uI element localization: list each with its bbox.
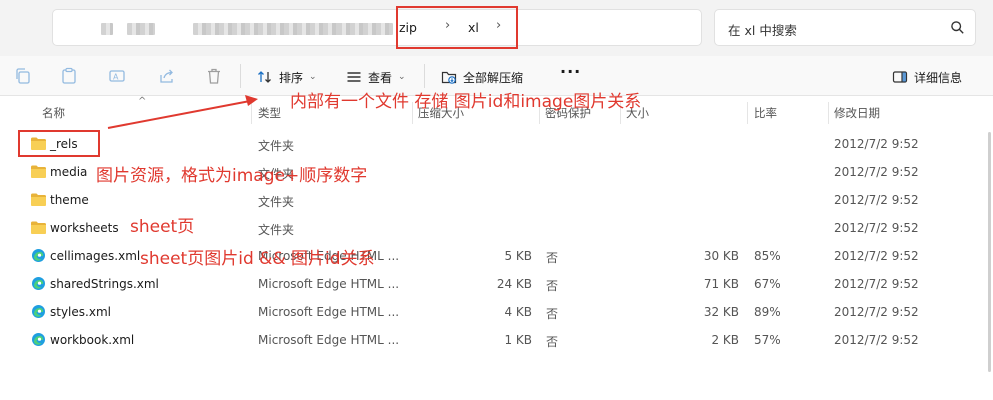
modified-date: 2012/7/2 9:52 <box>834 221 919 235</box>
file-name[interactable]: cellimages.xml <box>50 249 140 263</box>
packed-size: 1 KB <box>504 333 532 347</box>
folder-icon <box>31 221 46 234</box>
blurred-path-segment <box>337 23 393 35</box>
more-options-icon[interactable]: ··· <box>560 62 581 81</box>
compression-ratio: 57% <box>754 333 781 347</box>
toolbar-divider <box>240 64 241 88</box>
file-size: 71 KB <box>703 277 739 291</box>
annotation-rels-note: 内部有一个文件 存储 图片id和image图片关系 <box>290 92 642 112</box>
folder-icon <box>31 165 46 178</box>
blurred-path-segment <box>101 23 113 35</box>
address-bar[interactable]: .zip › xl › <box>52 9 702 46</box>
breadcrumb-highlight-box <box>396 6 518 49</box>
packed-size: 4 KB <box>504 305 532 319</box>
file-row[interactable]: styles.xml Microsoft Edge HTML ... 4 KB 否 32… <box>0 298 993 326</box>
edge-file-icon <box>32 277 45 290</box>
password-protected: 否 <box>546 279 559 293</box>
file-name[interactable]: theme <box>50 193 89 207</box>
file-type: 文件夹 <box>258 139 295 153</box>
modified-date: 2012/7/2 9:52 <box>834 137 919 151</box>
packed-size: 24 KB <box>496 277 532 291</box>
chevron-down-icon: ⌄ <box>398 72 406 82</box>
paste-icon[interactable] <box>60 67 78 85</box>
edge-file-icon <box>32 305 45 318</box>
address-bar-row: .zip › xl › 在 xl 中搜索 <box>0 0 993 56</box>
svg-text:A: A <box>113 73 119 82</box>
details-pane-icon <box>892 71 908 83</box>
toolbar-divider <box>424 64 425 88</box>
extract-all-button[interactable]: 全部解压缩 <box>441 67 523 87</box>
modified-date: 2012/7/2 9:52 <box>834 165 919 179</box>
modified-date: 2012/7/2 9:52 <box>834 249 919 263</box>
rename-icon[interactable]: A <box>108 67 126 85</box>
chevron-down-icon: ⌄ <box>309 72 317 82</box>
edge-file-icon <box>32 249 45 262</box>
file-type: Microsoft Edge HTML ... <box>258 305 400 319</box>
password-protected: 否 <box>546 251 559 265</box>
compression-ratio: 89% <box>754 305 781 319</box>
file-type: 文件夹 <box>258 195 295 209</box>
folder-icon <box>31 193 46 206</box>
packed-size: 5 KB <box>504 249 532 263</box>
column-header-modified[interactable]: 修改日期 <box>834 105 880 121</box>
column-divider[interactable] <box>251 102 252 124</box>
file-name[interactable]: media <box>50 165 87 179</box>
extract-icon <box>441 71 457 84</box>
column-divider[interactable] <box>747 102 748 124</box>
search-box[interactable]: 在 xl 中搜索 <box>714 9 976 46</box>
sort-button[interactable]: 排序 ⌄ <box>257 67 317 87</box>
blurred-path-segment <box>193 23 343 35</box>
copy-icon[interactable] <box>14 67 32 85</box>
rels-highlight-box <box>18 130 100 157</box>
view-label: 查看 <box>368 70 393 85</box>
file-row[interactable]: _rels 文件夹 2012/7/2 9:52 <box>0 130 993 158</box>
blurred-path-segment <box>127 23 155 35</box>
file-size: 32 KB <box>703 305 739 319</box>
view-icon <box>347 72 361 82</box>
search-input[interactable]: 在 xl 中搜索 <box>728 20 797 39</box>
sort-icon <box>258 71 271 83</box>
column-header-name[interactable]: 名称 <box>42 105 65 121</box>
compression-ratio: 67% <box>754 277 781 291</box>
details-pane-button[interactable]: 详细信息 <box>892 67 962 87</box>
file-name[interactable]: styles.xml <box>50 305 111 319</box>
file-type: Microsoft Edge HTML ... <box>258 277 400 291</box>
compression-ratio: 85% <box>754 249 781 263</box>
annotation-media-note: 图片资源，格式为image+顺序数字 <box>96 166 368 186</box>
edge-file-icon <box>32 333 45 346</box>
column-header-type[interactable]: 类型 <box>258 105 281 121</box>
column-header-ratio[interactable]: 比率 <box>754 105 777 121</box>
search-icon[interactable] <box>950 20 965 35</box>
password-protected: 否 <box>546 335 559 349</box>
file-type: Microsoft Edge HTML ... <box>258 333 400 347</box>
file-size: 30 KB <box>703 249 739 263</box>
password-protected: 否 <box>546 307 559 321</box>
view-button[interactable]: 查看 ⌄ <box>346 67 406 87</box>
details-pane-label: 详细信息 <box>914 70 963 85</box>
annotation-worksheets-note: sheet页 <box>130 217 195 237</box>
extract-all-label: 全部解压缩 <box>463 70 524 85</box>
file-row[interactable]: sharedStrings.xml Microsoft Edge HTML ...… <box>0 270 993 298</box>
file-name[interactable]: worksheets <box>50 221 119 235</box>
sort-label: 排序 <box>279 70 304 85</box>
sort-ascending-icon: ^ <box>138 96 147 107</box>
annotation-cellimages-note: sheet页图片id && 图片id关系 <box>140 249 375 269</box>
file-name[interactable]: sharedStrings.xml <box>50 277 159 291</box>
file-size: 2 KB <box>711 333 739 347</box>
file-name[interactable]: workbook.xml <box>50 333 134 347</box>
file-row[interactable]: theme 文件夹 2012/7/2 9:52 <box>0 186 993 214</box>
modified-date: 2012/7/2 9:52 <box>834 277 919 291</box>
column-divider[interactable] <box>828 102 829 124</box>
modified-date: 2012/7/2 9:52 <box>834 305 919 319</box>
vertical-scrollbar[interactable] <box>988 132 991 372</box>
delete-icon[interactable] <box>205 67 223 85</box>
file-row[interactable]: workbook.xml Microsoft Edge HTML ... 1 KB 否… <box>0 326 993 354</box>
modified-date: 2012/7/2 9:52 <box>834 333 919 347</box>
share-icon[interactable] <box>158 67 176 85</box>
file-type: 文件夹 <box>258 223 295 237</box>
modified-date: 2012/7/2 9:52 <box>834 193 919 207</box>
